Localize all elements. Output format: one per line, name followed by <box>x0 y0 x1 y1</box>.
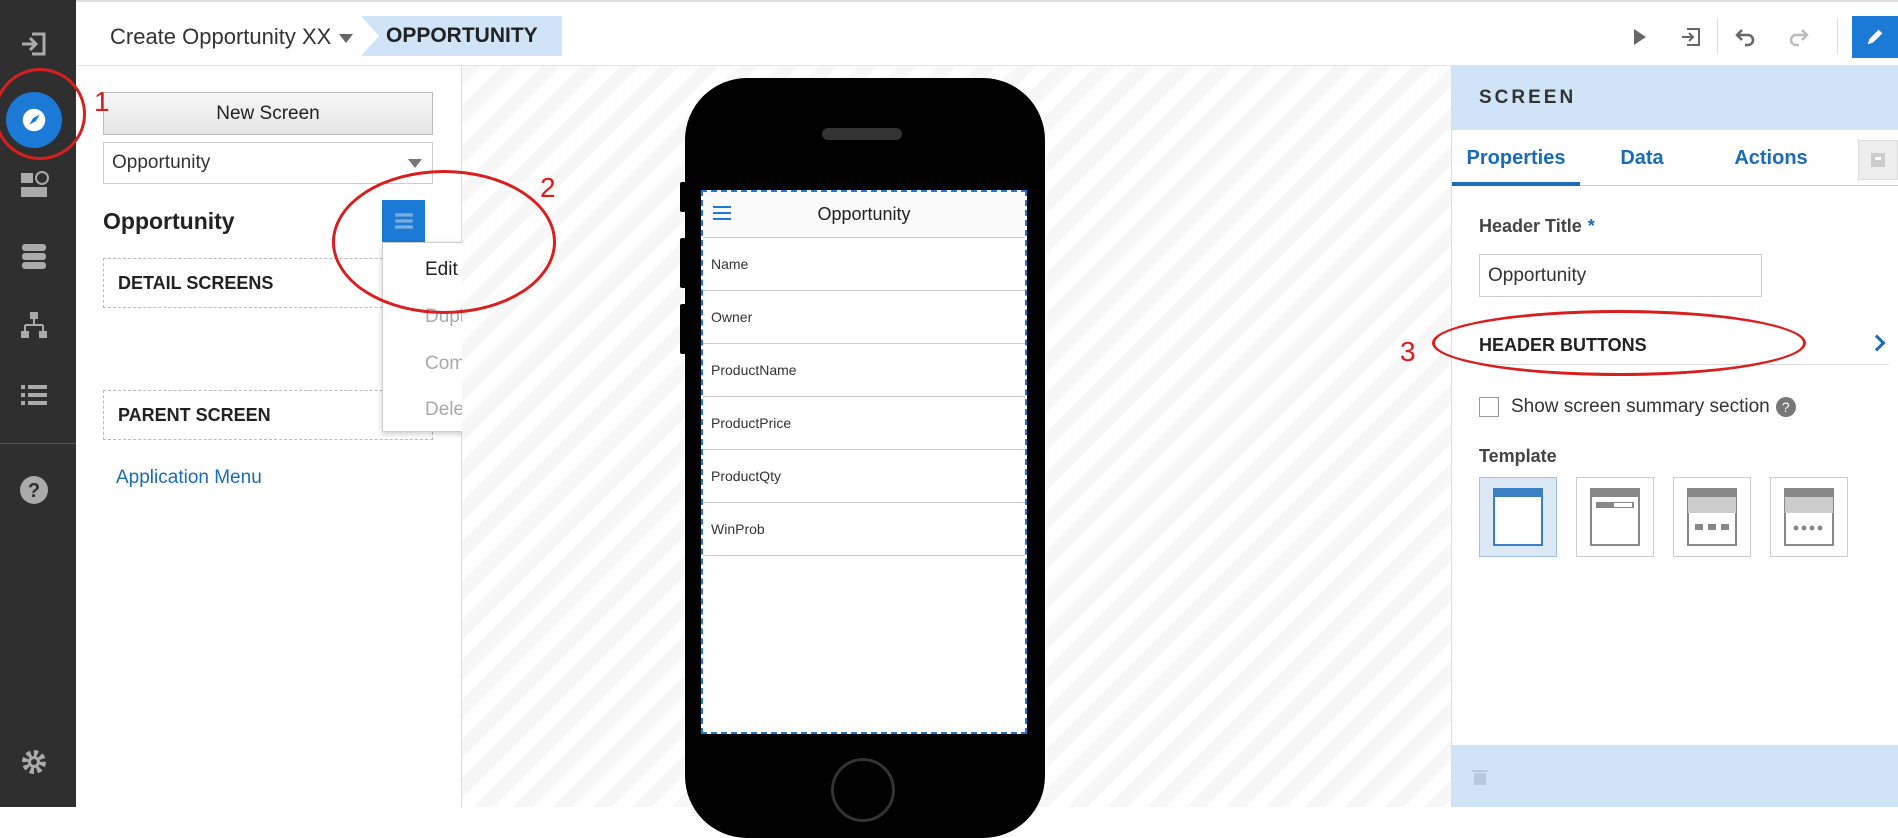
phone-preview: Opportunity Name Owner ProductName Produ… <box>680 78 1045 838</box>
phone-field-row[interactable]: Owner <box>703 291 1025 344</box>
chevron-down-icon <box>408 159 422 168</box>
properties-panel: SCREEN Properties Data Actions Header Ti… <box>1451 66 1898 807</box>
screen-select[interactable]: Opportunity <box>103 142 433 184</box>
tab-bar: Properties Data Actions <box>1452 130 1898 186</box>
hamburger-icon <box>394 213 413 229</box>
archive-icon[interactable] <box>1858 140 1898 180</box>
header-buttons-label: HEADER BUTTONS <box>1479 335 1647 355</box>
export-icon[interactable] <box>1674 20 1708 54</box>
toolbar-divider <box>1717 18 1718 54</box>
annotation-number-2: 2 <box>540 172 556 203</box>
pencil-icon <box>1867 29 1883 45</box>
gear-icon[interactable] <box>14 742 54 782</box>
components-icon[interactable] <box>14 165 54 205</box>
panel-footer <box>1452 745 1898 807</box>
phone-speaker <box>822 128 902 140</box>
list-icon[interactable] <box>14 375 54 415</box>
panel-header: SCREEN <box>1452 66 1898 130</box>
undo-icon[interactable] <box>1728 20 1762 54</box>
redo-icon[interactable] <box>1782 20 1816 54</box>
help-icon[interactable]: ? <box>1775 396 1796 417</box>
chevron-right-icon <box>1868 334 1886 352</box>
screens-panel: New Screen Opportunity Opportunity DETAI… <box>76 66 462 807</box>
header-title-input[interactable]: Opportunity <box>1479 254 1762 297</box>
show-summary-checkbox[interactable] <box>1479 397 1499 417</box>
template-option-1[interactable] <box>1479 477 1557 557</box>
exit-icon[interactable] <box>14 24 54 64</box>
play-icon[interactable] <box>1622 20 1656 54</box>
template-option-3[interactable] <box>1673 477 1751 557</box>
screen-select-value: Opportunity <box>112 152 211 173</box>
header-buttons-row[interactable]: HEADER BUTTONS <box>1479 325 1889 365</box>
phone-screen[interactable]: Opportunity Name Owner ProductName Produ… <box>701 190 1027 734</box>
chevron-down-icon <box>339 33 354 43</box>
app-title: Create Opportunity XX <box>110 24 332 49</box>
tab-properties[interactable]: Properties <box>1452 130 1580 186</box>
phone-header: Opportunity <box>703 192 1025 238</box>
phone-field-row[interactable]: ProductName <box>703 344 1025 397</box>
header-title-label: Header Title * <box>1479 216 1595 236</box>
phone-side-button <box>680 182 686 212</box>
top-bar: Create Opportunity XX OPPORTUNITY <box>76 0 1898 66</box>
database-icon[interactable] <box>14 236 54 276</box>
breadcrumb[interactable]: OPPORTUNITY <box>361 16 562 56</box>
app-title-dropdown[interactable]: Create Opportunity XX <box>110 24 354 50</box>
nav-rail: ? <box>0 0 76 807</box>
phone-header-title: Opportunity <box>817 204 911 224</box>
phone-field-row[interactable]: ProductPrice <box>703 397 1025 450</box>
annotation-number-3: 3 <box>1400 336 1416 367</box>
phone-field-row[interactable]: WinProb <box>703 503 1025 556</box>
new-screen-button[interactable]: New Screen <box>103 92 433 135</box>
template-option-4[interactable] <box>1770 477 1848 557</box>
hierarchy-icon[interactable] <box>14 305 54 345</box>
edit-pencil-button[interactable] <box>1852 16 1898 58</box>
application-menu-link[interactable]: Application Menu <box>116 467 262 489</box>
menu-item-edit[interactable]: Edit <box>425 259 458 281</box>
help-icon[interactable]: ? <box>14 470 54 510</box>
phone-field-row[interactable]: ProductQty <box>703 450 1025 503</box>
phone-side-button <box>680 238 686 288</box>
phone-field-row[interactable]: Name <box>703 238 1025 291</box>
toolbar-divider <box>1837 18 1838 54</box>
design-canvas: Opportunity Name Owner ProductName Produ… <box>462 66 1451 838</box>
phone-side-button <box>680 304 686 354</box>
phone-home-button <box>831 758 895 822</box>
show-summary-label: Show screen summary section? <box>1511 396 1796 418</box>
rail-divider <box>0 443 76 444</box>
template-option-2[interactable] <box>1576 477 1654 557</box>
svg-text:?: ? <box>28 480 40 502</box>
tab-actions[interactable]: Actions <box>1716 130 1826 186</box>
template-label: Template <box>1479 446 1557 466</box>
tab-data[interactable]: Data <box>1602 130 1682 186</box>
annotation-number-1: 1 <box>94 86 110 117</box>
compass-icon[interactable] <box>6 92 62 148</box>
screen-title: Opportunity <box>103 208 235 234</box>
trash-icon <box>1472 770 1488 785</box>
screen-menu-button[interactable] <box>382 200 425 242</box>
